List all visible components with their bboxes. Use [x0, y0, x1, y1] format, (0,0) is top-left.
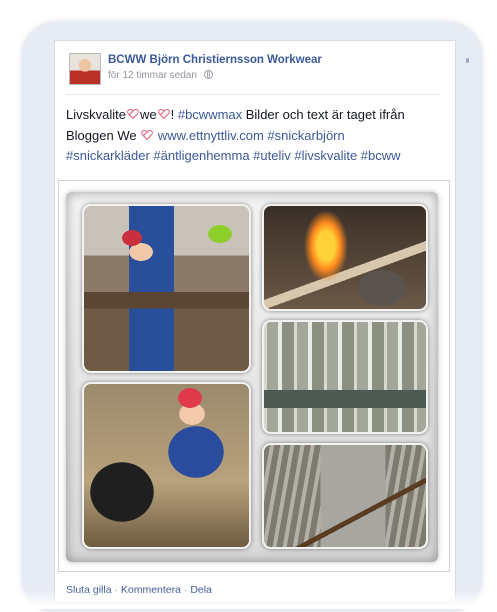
photo-forest-stream: [262, 320, 428, 434]
hashtag-link[interactable]: #snickarbjörn: [267, 128, 344, 143]
hashtag-link[interactable]: #bcwwmax: [178, 107, 242, 122]
text-fragment: !: [170, 107, 175, 122]
photo-campfire: [262, 204, 428, 311]
heart-icon: [141, 130, 153, 141]
author-name[interactable]: BCWW Björn Christiernsson Workwear: [108, 54, 322, 66]
text-fragment: Bloggen We: [66, 127, 137, 143]
author-avatar[interactable]: [69, 53, 101, 85]
photo-children-bench: [82, 204, 251, 373]
post-text: Livskvalite we! #bcwwmax Bilder och text …: [66, 105, 451, 167]
website-link[interactable]: www.ettnyttliv.com: [158, 128, 264, 143]
scrollbar[interactable]: [464, 36, 470, 596]
text-fragment: we: [139, 107, 157, 122]
text-fragment: Livskvalite: [66, 107, 126, 122]
hashtag-links[interactable]: #snickarkläder #äntligenhemma #uteliv #l…: [66, 148, 401, 163]
post-text-line-1: Livskvalite we! #bcwwmax Bilder och text …: [66, 105, 451, 126]
header-divider: [66, 94, 440, 95]
photo-wood-stick: [262, 443, 428, 549]
post-text-line-2: Bloggen We www.ettnyttliv.com #snickarbj…: [66, 126, 451, 147]
heart-icon: [158, 109, 170, 120]
globe-icon: [203, 70, 213, 79]
bottom-fade: [0, 590, 497, 609]
photo-child-dog: [82, 382, 251, 549]
heart-icon: [127, 109, 139, 120]
text-fragment: Bilder och text är taget ifrån: [242, 107, 405, 122]
scrollbar-thumb[interactable]: [466, 58, 469, 63]
post-meta: för 12 timmar sedan: [108, 70, 213, 81]
post-timestamp[interactable]: för 12 timmar sedan: [108, 70, 197, 81]
post-text-line-3: #snickarkläder #äntligenhemma #uteliv #l…: [66, 146, 451, 167]
